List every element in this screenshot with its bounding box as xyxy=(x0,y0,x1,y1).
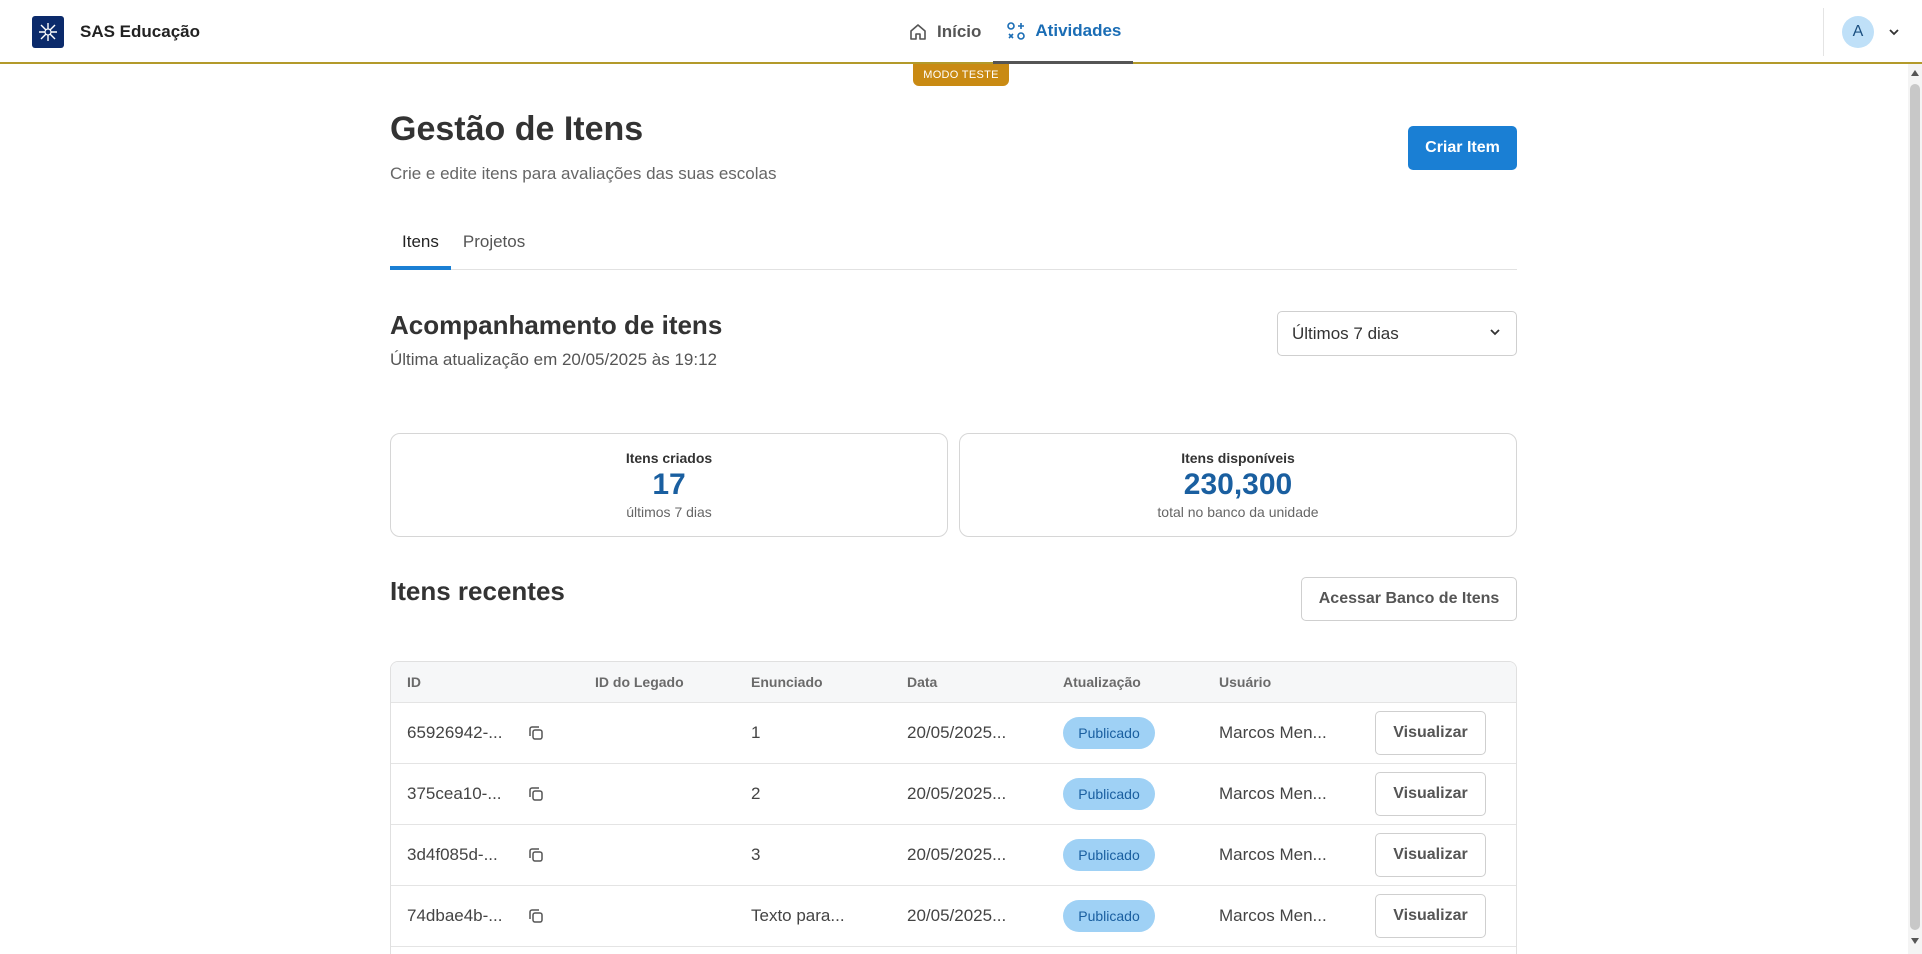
table-row: 375cea10-... 2 20/05/2025... Publicado M… xyxy=(391,764,1516,825)
column-header-id[interactable]: ID xyxy=(407,674,421,690)
column-header-legacy-id[interactable]: ID do Legado xyxy=(595,674,684,690)
home-icon xyxy=(907,21,929,43)
user-name: Marcos Men... xyxy=(1219,784,1327,803)
last-update-text: Última atualização em 20/05/2025 às 19:1… xyxy=(390,350,717,369)
chevron-down-icon[interactable] xyxy=(1884,22,1904,42)
period-select[interactable]: Últimos 7 dias xyxy=(1277,311,1517,356)
scroll-up-arrow-icon[interactable] xyxy=(1911,70,1919,76)
scrollbar-thumb[interactable] xyxy=(1910,84,1920,930)
view-button[interactable]: Visualizar xyxy=(1375,772,1486,816)
date: 20/05/2025... xyxy=(907,845,1007,864)
scroll-down-arrow-icon[interactable] xyxy=(1911,938,1919,944)
chevron-down-icon xyxy=(1488,324,1502,344)
card-value: 230,300 xyxy=(1183,468,1293,501)
statement: Texto para... xyxy=(751,906,845,925)
date: 20/05/2025... xyxy=(907,906,1007,925)
copy-icon[interactable] xyxy=(524,843,548,867)
table-row: 65926942-... 1 20/05/2025... Publicado M… xyxy=(391,703,1516,764)
tab-projetos[interactable]: Projetos xyxy=(451,222,537,270)
create-item-button[interactable]: Criar Item xyxy=(1408,126,1517,170)
item-id: 375cea10-... xyxy=(407,784,502,803)
user-menu[interactable]: A xyxy=(1823,8,1904,56)
copy-icon[interactable] xyxy=(524,782,548,806)
table-header: ID ID do Legado Enunciado Data Atualizaç… xyxy=(391,662,1516,703)
view-button[interactable]: Visualizar xyxy=(1375,894,1486,938)
nav-item-label: Atividades xyxy=(1035,20,1122,40)
view-button[interactable]: Visualizar xyxy=(1375,833,1486,877)
brand-name: SAS Educação xyxy=(80,22,200,41)
nav-item-atividades[interactable]: Atividades xyxy=(993,0,1134,64)
brand-logo-icon xyxy=(32,16,64,48)
date: 20/05/2025... xyxy=(907,784,1007,803)
copy-icon[interactable] xyxy=(524,721,548,745)
card-label: Itens criados xyxy=(625,450,713,466)
status-badge: Publicado xyxy=(1063,778,1155,810)
column-header-update[interactable]: Atualização xyxy=(1063,674,1141,690)
user-name: Marcos Men... xyxy=(1219,723,1327,742)
main-nav: Início Atividades xyxy=(895,0,1134,64)
date: 20/05/2025... xyxy=(907,723,1007,742)
user-name: Marcos Men... xyxy=(1219,845,1327,864)
status-badge: Publicado xyxy=(1063,900,1155,932)
card-subtext: últimos 7 dias xyxy=(626,504,712,520)
avatar[interactable]: A xyxy=(1842,16,1874,48)
page-title: Gestão de Itens xyxy=(390,110,644,148)
copy-icon[interactable] xyxy=(524,904,548,928)
recent-items-table: ID ID do Legado Enunciado Data Atualizaç… xyxy=(390,661,1517,954)
statement: 1 xyxy=(751,723,761,742)
view-button[interactable]: Visualizar xyxy=(1375,711,1486,755)
card-label: Itens disponíveis xyxy=(1181,450,1295,466)
statement: 2 xyxy=(751,784,761,803)
nav-item-inicio[interactable]: Início xyxy=(895,0,993,64)
brand[interactable]: SAS Educação xyxy=(32,16,200,48)
column-header-user[interactable]: Usuário xyxy=(1219,674,1271,690)
tab-bar: Itens Projetos xyxy=(390,222,1517,270)
item-bank-button[interactable]: Acessar Banco de Itens xyxy=(1301,577,1517,621)
page-subtitle: Crie e edite itens para avaliações das s… xyxy=(390,164,777,183)
item-id: 65926942-... xyxy=(407,723,503,742)
tracking-title: Acompanhamento de itens xyxy=(390,310,723,340)
column-header-statement[interactable]: Enunciado xyxy=(751,674,823,690)
recent-items-title: Itens recentes xyxy=(390,576,565,606)
status-badge: Publicado xyxy=(1063,839,1155,871)
activities-icon xyxy=(1005,20,1027,42)
card-value: 17 xyxy=(652,468,686,501)
table-row: 74dbae4b-... Texto para... 20/05/2025...… xyxy=(391,886,1516,947)
nav-item-label: Início xyxy=(937,22,982,41)
item-id: 74dbae4b-... xyxy=(407,906,503,925)
status-badge: Publicado xyxy=(1063,717,1155,749)
column-header-date[interactable]: Data xyxy=(907,674,937,690)
items-created-card: Itens criados 17 últimos 7 dias xyxy=(390,433,948,537)
statement: 3 xyxy=(751,845,761,864)
top-navbar: SAS Educação Início Atividades A xyxy=(0,0,1922,64)
item-id: 3d4f085d-... xyxy=(407,845,498,864)
tab-itens[interactable]: Itens xyxy=(390,222,451,270)
period-select-value: Últimos 7 dias xyxy=(1292,323,1399,343)
user-name: Marcos Men... xyxy=(1219,906,1327,925)
items-available-card: Itens disponíveis 230,300 total no banco… xyxy=(959,433,1517,537)
test-mode-badge: MODO TESTE xyxy=(913,64,1009,86)
table-row: 3d4f085d-... 3 20/05/2025... Publicado M… xyxy=(391,825,1516,886)
card-subtext: total no banco da unidade xyxy=(1157,504,1319,520)
